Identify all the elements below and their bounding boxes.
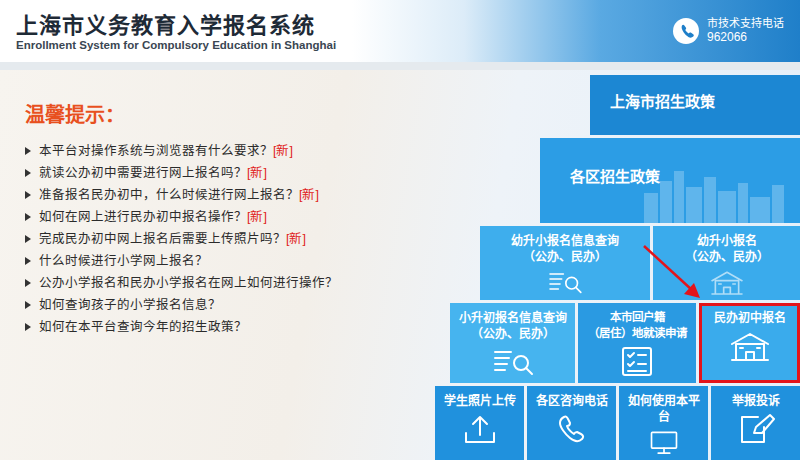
bullet-icon [25, 301, 31, 309]
tip-text[interactable]: 完成民办初中网上报名后需要上传照片吗？ [39, 232, 286, 246]
tile-row: 小升初报名信息查询（公办、民办）本市回户籍（居住）地就读申请民办初中报名 [450, 303, 800, 383]
main-area: 温馨提示：本平台对操作系统与浏览器有什么要求？[新]就读公办初中需要进行网上报名… [0, 70, 800, 460]
search-list-icon [491, 346, 535, 378]
tip-item[interactable]: 准备报名民办初中，什么时候进行网上报名？[新] [25, 184, 420, 206]
tip-item[interactable]: 什么时候进行小学网上报名？ [25, 250, 420, 272]
site-title: 上海市义务教育入学报名系统 [16, 13, 336, 38]
tile-row: 幼升小报名信息查询（公办、民办）幼升小报名（公办、民办） [480, 226, 800, 300]
tip-line[interactable]: 如何在网上进行民办初中报名操作？[新] [39, 209, 267, 226]
search-list-icon [543, 269, 587, 296]
annotation-arrow-icon [640, 242, 706, 304]
new-tag: [新] [299, 188, 319, 202]
tile-label[interactable]: （公办、民办） [523, 249, 607, 265]
nav-tile[interactable]: 各区招生政策 [540, 138, 800, 223]
tile-label[interactable]: 各区招生政策 [570, 166, 660, 189]
tip-text[interactable]: 如何在本平台查询今年的招生政策？ [39, 320, 247, 334]
phone-number: 962066 [707, 30, 784, 45]
tip-text[interactable]: 如何查询孩子的小学报名信息？ [39, 298, 221, 312]
tile-label[interactable]: 小升初报名信息查询 [459, 310, 567, 326]
tile-row: 上海市招生政策 [590, 75, 800, 135]
tip-text[interactable]: 本平台对操作系统与浏览器有什么要求？ [39, 144, 273, 158]
bullet-icon [25, 147, 31, 155]
phone-text: 市技术支持电话962066 [707, 17, 784, 46]
monitor-icon [642, 429, 686, 456]
tile-label[interactable]: 幼升小报名 [697, 233, 757, 249]
nav-tile[interactable]: 幼升小报名（公办、民办） [653, 226, 800, 300]
tip-line[interactable]: 准备报名民办初中，什么时候进行网上报名？[新] [39, 187, 319, 204]
checklist-icon [615, 345, 659, 377]
tip-item[interactable]: 完成民办初中网上报名后需要上传照片吗？[新] [25, 228, 420, 250]
tip-line[interactable]: 如何在本平台查询今年的招生政策？ [39, 319, 247, 336]
bullet-icon [25, 257, 31, 265]
tips-panel: 温馨提示：本平台对操作系统与浏览器有什么要求？[新]就读公办初中需要进行网上报名… [0, 70, 430, 460]
new-tag: [新] [247, 166, 267, 180]
tile-row: 各区招生政策 [540, 138, 800, 223]
tip-line[interactable]: 公办小学报名和民办小学报名在网上如何进行操作？ [39, 275, 338, 292]
tip-item[interactable]: 如何查询孩子的小学报名信息？ [25, 294, 420, 316]
nav-tile[interactable]: 小升初报名信息查询（公办、民办） [450, 303, 575, 383]
tile-label[interactable]: 民办初中报名 [714, 310, 786, 326]
tile-row: 学生照片上传 各区咨询电话如何使用本平台 举报投诉 [435, 386, 800, 460]
edit-icon [734, 413, 778, 445]
tile-label[interactable]: 上海市招生政策 [610, 91, 715, 114]
tips-title: 温馨提示： [25, 102, 420, 128]
tile-label[interactable]: （公办、民办） [685, 249, 769, 265]
nav-tile[interactable]: 幼升小报名信息查询（公办、民办） [480, 226, 650, 300]
tip-line[interactable]: 就读公办初中需要进行网上报名吗？[新] [39, 165, 267, 182]
tips-list: 本平台对操作系统与浏览器有什么要求？[新]就读公办初中需要进行网上报名吗？[新]… [25, 140, 420, 338]
tip-item[interactable]: 本平台对操作系统与浏览器有什么要求？[新] [25, 140, 420, 162]
tip-item[interactable]: 如何在本平台查询今年的招生政策？ [25, 316, 420, 338]
tile-label[interactable]: （居住）地就读申请 [588, 326, 687, 342]
tile-label[interactable]: 如何使用本平台 [622, 393, 705, 425]
bullet-icon [25, 191, 31, 199]
nav-tile[interactable]: 上海市招生政策 [590, 75, 800, 135]
tip-text[interactable]: 就读公办初中需要进行网上报名吗？ [39, 166, 247, 180]
skyline-icon [644, 163, 794, 223]
header-strip [0, 62, 800, 70]
new-tag: [新] [286, 232, 306, 246]
phone-label: 市技术支持电话 [707, 17, 784, 31]
tile-label[interactable]: 学生照片上传 [444, 393, 516, 409]
nav-tile[interactable]: 民办初中报名 [699, 303, 800, 383]
bullet-icon [25, 235, 31, 243]
new-tag: [新] [247, 210, 267, 224]
nav-tile[interactable]: 学生照片上传 [435, 386, 524, 460]
nav-tile[interactable]: 举报投诉 [711, 386, 800, 460]
tip-item[interactable]: 就读公办初中需要进行网上报名吗？[新] [25, 162, 420, 184]
bullet-icon [25, 169, 31, 177]
tip-item[interactable]: 公办小学报名和民办小学报名在网上如何进行操作？ [25, 272, 420, 294]
tip-text[interactable]: 准备报名民办初中，什么时候进行网上报名？ [39, 188, 299, 202]
header-title-block: 上海市义务教育入学报名系统Enrollment System for Compu… [0, 9, 336, 53]
tile-label[interactable]: （公办、民办） [471, 326, 555, 342]
tip-line[interactable]: 本平台对操作系统与浏览器有什么要求？[新] [39, 143, 293, 160]
tip-text[interactable]: 公办小学报名和民办小学报名在网上如何进行操作？ [39, 276, 338, 290]
tile-label[interactable]: 举报投诉 [732, 393, 780, 409]
tile-label[interactable]: 幼升小报名信息查询 [511, 233, 619, 249]
nav-tile[interactable]: 本市回户籍（居住）地就读申请 [578, 303, 696, 383]
phone-badge [673, 18, 699, 44]
phone-icon [678, 23, 694, 39]
bullet-icon [25, 279, 31, 287]
bullet-icon [25, 323, 31, 331]
site-subtitle: Enrollment System for Compulsory Educati… [16, 38, 336, 53]
tile-panel: 上海市招生政策各区招生政策幼升小报名信息查询（公办、民办）幼升小报名（公办、民办… [430, 70, 800, 460]
bullet-icon [25, 213, 31, 221]
tip-item[interactable]: 如何在网上进行民办初中报名操作？[新] [25, 206, 420, 228]
tip-text[interactable]: 如何在网上进行民办初中报名操作？ [39, 210, 247, 224]
school-building-icon [728, 330, 772, 362]
tip-line[interactable]: 完成民办初中网上报名后需要上传照片吗？[新] [39, 231, 306, 248]
nav-tile[interactable]: 如何使用本平台 [619, 386, 708, 460]
tile-label[interactable]: 本市回户籍 [610, 310, 665, 326]
phone-icon [550, 413, 594, 445]
tip-text[interactable]: 什么时候进行小学网上报名？ [39, 254, 208, 268]
nav-tile[interactable]: 各区咨询电话 [527, 386, 616, 460]
tip-line[interactable]: 什么时候进行小学网上报名？ [39, 253, 208, 270]
new-tag: [新] [273, 144, 293, 158]
tip-line[interactable]: 如何查询孩子的小学报名信息？ [39, 297, 221, 314]
page-header: 上海市义务教育入学报名系统Enrollment System for Compu… [0, 0, 800, 62]
school-building-icon [705, 269, 749, 296]
tile-label[interactable]: 各区咨询电话 [536, 393, 608, 409]
support-phone: 市技术支持电话962066 [673, 17, 800, 46]
upload-icon [458, 413, 502, 445]
